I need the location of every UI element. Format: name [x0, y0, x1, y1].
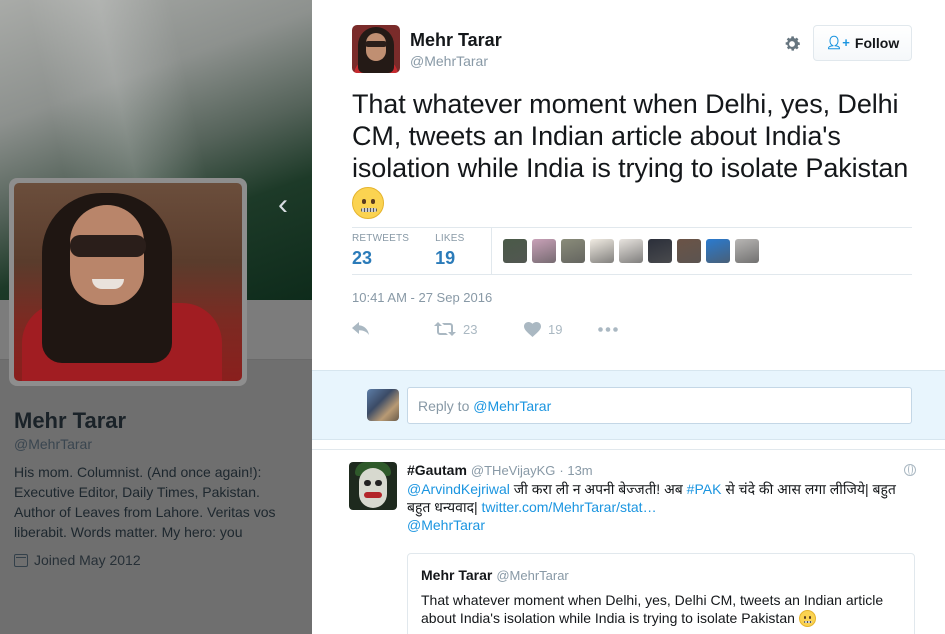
reply-header: #Gautam @THeVijayKG · 13m	[407, 462, 593, 478]
retweet-icon	[434, 322, 456, 336]
reply-time[interactable]: · 13m	[559, 463, 592, 478]
add-user-icon: 👤︎+	[825, 35, 850, 50]
quote-author-handle: @MehrTarar	[496, 568, 569, 583]
joined-date: Joined May 2012	[34, 552, 141, 568]
reply-composer: Reply to @MehrTarar	[312, 370, 945, 440]
gear-icon[interactable]	[782, 34, 802, 54]
author-name[interactable]: Mehr Tarar	[410, 30, 502, 51]
more-button[interactable]	[598, 326, 618, 332]
quoted-tweet[interactable]: Mehr Tarar @MehrTarar That whatever mome…	[407, 553, 915, 634]
calendar-icon	[14, 553, 28, 567]
reply-text: @ArvindKejriwal जी करा ली न अपनी बेज्जती…	[407, 480, 907, 534]
retweets-label: RETWEETS	[352, 233, 410, 244]
tweet-timestamp[interactable]: 10:41 AM - 27 Sep 2016	[352, 290, 492, 305]
likes-value: 19	[435, 248, 456, 268]
retweet-button[interactable]: 23	[434, 322, 524, 337]
reply-hashtag[interactable]: #PAK	[687, 481, 722, 497]
globe-icon[interactable]	[904, 464, 916, 476]
profile-handle[interactable]: @MehrTarar	[14, 436, 304, 452]
more-dots-icon	[598, 326, 618, 332]
reply-author-avatar[interactable]	[349, 462, 397, 510]
profile-card: Mehr Tarar @MehrTarar His mom. Columnist…	[14, 408, 304, 568]
liker-avatar[interactable]	[705, 239, 730, 263]
profile-joined: Joined May 2012	[14, 552, 304, 568]
tweet-text: That whatever moment when Delhi, yes, De…	[352, 88, 912, 219]
current-user-avatar	[367, 389, 399, 421]
liker-avatar[interactable]	[531, 239, 556, 263]
liker-avatar[interactable]	[647, 239, 672, 263]
reply-text-part1: जी करा ली न अपनी बेज्जती! अब	[509, 481, 687, 497]
quote-author-name: Mehr Tarar	[421, 567, 493, 583]
tweet-actions: 23 19	[352, 318, 618, 340]
reply-mention-2[interactable]: @MehrTarar	[407, 517, 485, 533]
like-button[interactable]: 19	[524, 321, 598, 337]
previous-arrow-icon[interactable]: ‹	[278, 190, 288, 220]
likers-avatars	[502, 239, 759, 263]
liker-avatar[interactable]	[676, 239, 701, 263]
retweet-count[interactable]: RETWEETS 23	[352, 233, 409, 269]
reply-author-name[interactable]: #Gautam	[407, 462, 467, 478]
liker-avatar[interactable]	[502, 239, 527, 263]
zipper-mouth-emoji-icon	[798, 609, 816, 627]
author-handle[interactable]: @MehrTarar	[410, 53, 502, 69]
reply-placeholder-mention: @MehrTarar	[473, 398, 552, 414]
tweet-stats: RETWEETS 23 LIKES 19	[352, 227, 912, 275]
quote-text: That whatever moment when Delhi, yes, De…	[421, 591, 901, 627]
retweets-value: 23	[352, 248, 373, 268]
heart-icon	[524, 321, 541, 337]
liker-avatar[interactable]	[589, 239, 614, 263]
zipper-mouth-emoji-icon	[352, 186, 384, 219]
reply-author-handle[interactable]: @THeVijayKG	[471, 463, 555, 478]
follow-label: Follow	[854, 35, 900, 51]
reply-placeholder-prefix: Reply to	[418, 398, 474, 414]
liker-avatar[interactable]	[618, 239, 643, 263]
likes-label: LIKES	[435, 233, 465, 244]
tweet-text-body: That whatever moment when Delhi, yes, De…	[352, 89, 909, 183]
like-count[interactable]: LIKES 19	[435, 233, 464, 269]
reply-button[interactable]	[352, 322, 412, 336]
reply-link[interactable]: twitter.com/MehrTarar/stat…	[482, 499, 657, 515]
profile-backdrop: ‹ Mehr Tarar @MehrTarar His mom. Columni…	[0, 0, 312, 634]
tweet-header: Mehr Tarar @MehrTarar	[352, 25, 502, 73]
reply-mention[interactable]: @ArvindKejriwal	[407, 481, 510, 497]
follow-button[interactable]: 👤︎+ Follow	[813, 25, 912, 61]
profile-name[interactable]: Mehr Tarar	[14, 408, 304, 434]
liker-avatar[interactable]	[734, 239, 759, 263]
author-avatar[interactable]	[352, 25, 400, 73]
reply-icon	[352, 322, 369, 335]
liker-avatar[interactable]	[560, 239, 585, 263]
like-action-count: 19	[548, 321, 563, 337]
profile-bio: His mom. Columnist. (And once again!): E…	[14, 464, 276, 540]
tweet-modal: Mehr Tarar @MehrTarar 👤︎+ Follow That wh…	[312, 0, 945, 634]
reply-input[interactable]: Reply to @MehrTarar	[407, 387, 912, 424]
retweet-action-count: 23	[463, 321, 478, 337]
reply-tweet[interactable]: #Gautam @THeVijayKG · 13m @ArvindKejriwa…	[312, 450, 945, 634]
profile-avatar[interactable]	[9, 178, 247, 386]
